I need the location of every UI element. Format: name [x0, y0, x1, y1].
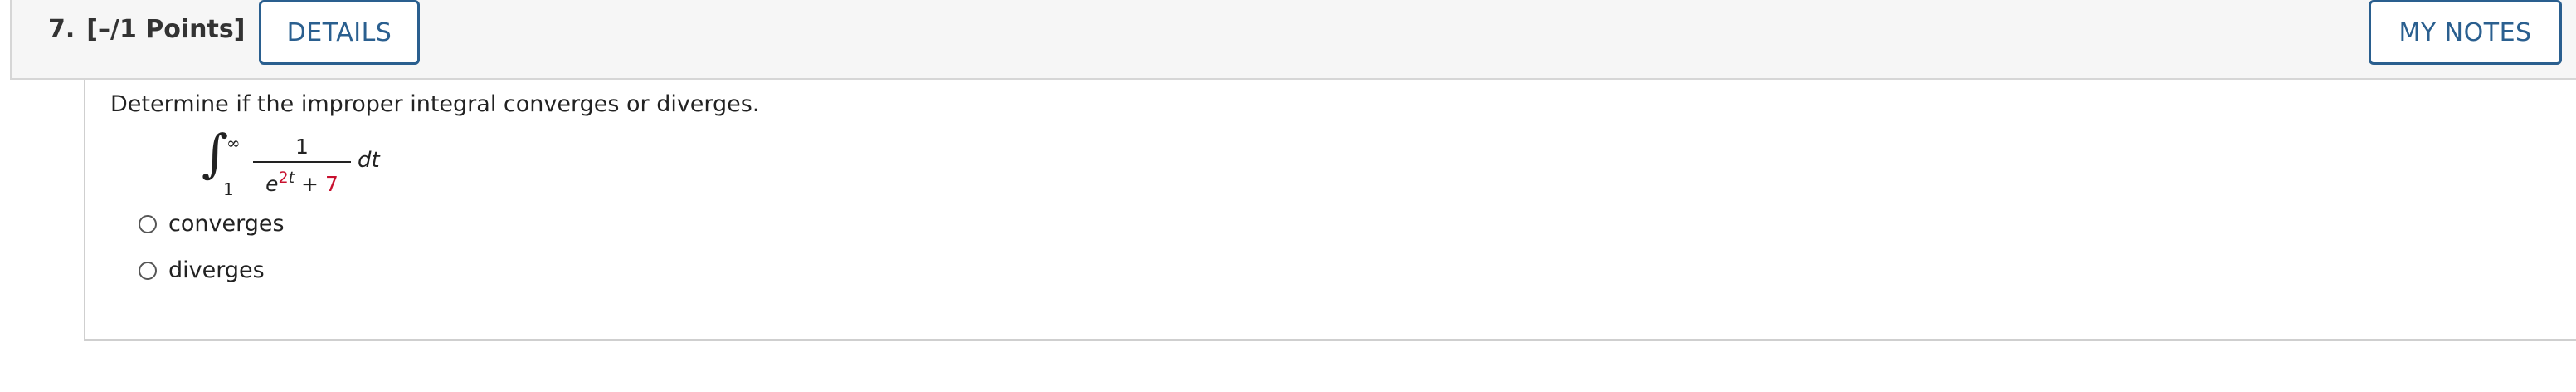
denominator-constant: 7 [324, 172, 338, 196]
option-converges-label: converges [168, 211, 285, 237]
denominator-exponent: 2t [279, 169, 295, 187]
integral-upper-limit: ∞ [226, 133, 241, 153]
option-diverges[interactable]: diverges [139, 257, 265, 283]
fraction-bar [253, 161, 351, 163]
exponent-variable: t [288, 169, 295, 187]
question-prompt: Determine if the improper integral conve… [110, 91, 760, 117]
integral-sign: ∫ [202, 123, 229, 184]
integral-expression: ∫ ∞ 1 1 e2t + 7 dt [202, 128, 467, 208]
fraction-denominator: e2t + 7 [253, 164, 351, 198]
integral-differential: dt [358, 148, 380, 173]
my-notes-button[interactable]: MY NOTES [2369, 0, 2562, 65]
integral-lower-limit: 1 [223, 179, 234, 199]
option-diverges-label: diverges [168, 257, 265, 283]
plus-sign: + [301, 172, 319, 196]
question-body: Determine if the improper integral conve… [84, 80, 2576, 341]
details-button[interactable]: DETAILS [259, 0, 420, 65]
question-points: [–/1 Points] [86, 15, 246, 44]
question-title: 7. [–/1 Points] [48, 15, 245, 44]
option-converges[interactable]: converges [139, 211, 285, 237]
radio-converges[interactable] [139, 214, 157, 233]
denominator-base: e [265, 172, 279, 196]
integrand-fraction: 1 e2t + 7 [253, 135, 351, 198]
fraction-numerator: 1 [295, 135, 309, 159]
exponent-coefficient: 2 [278, 169, 289, 187]
radio-diverges[interactable] [139, 261, 157, 280]
question-number: 7. [48, 15, 75, 44]
